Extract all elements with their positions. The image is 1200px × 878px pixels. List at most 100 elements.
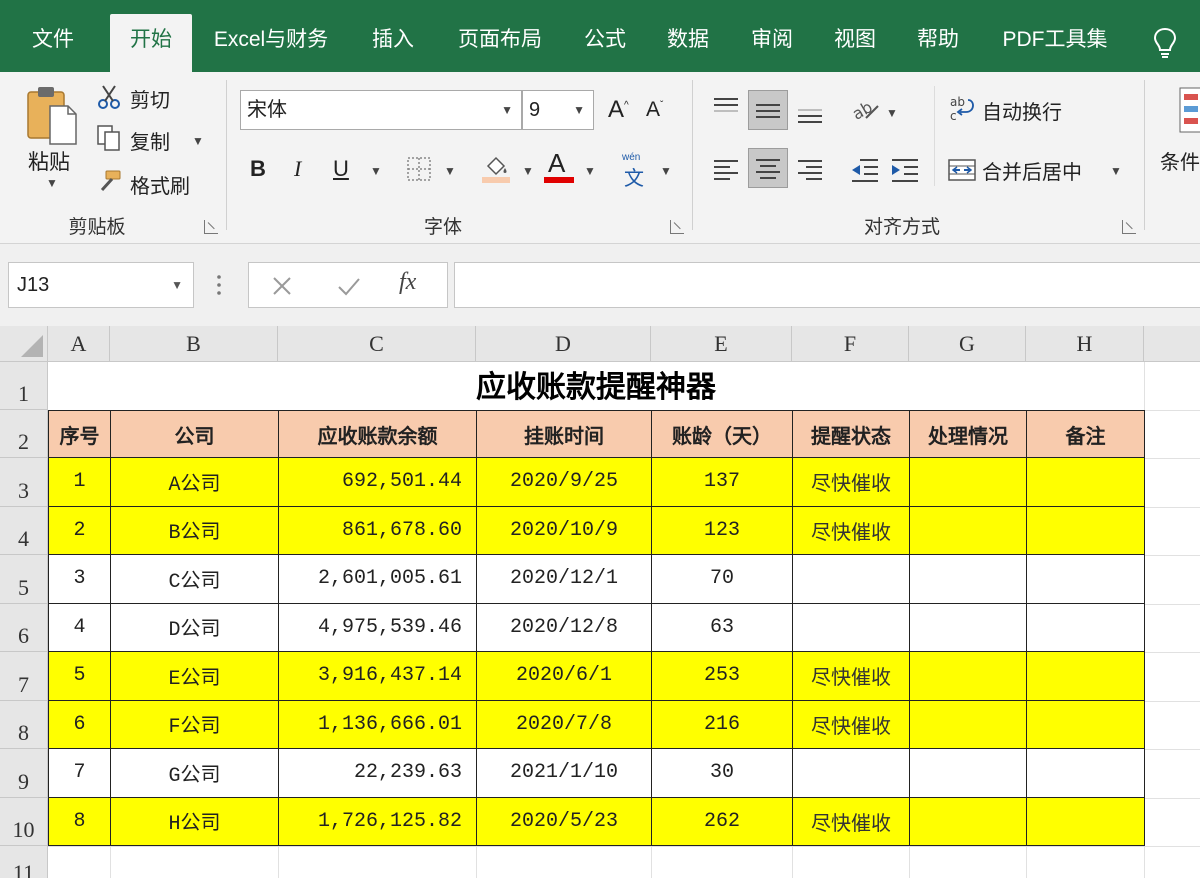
name-box[interactable]: J13 ▼ bbox=[8, 262, 194, 308]
tab-formulas[interactable]: 公式 bbox=[574, 18, 636, 72]
confirm-entry-icon[interactable] bbox=[337, 275, 361, 297]
phonetic-guide-button[interactable]: 文 bbox=[624, 162, 644, 191]
align-left-icon[interactable] bbox=[712, 158, 740, 182]
row-header-3[interactable]: 3 bbox=[0, 458, 48, 507]
shrink-font-button[interactable]: Aˇ bbox=[646, 98, 663, 122]
amount-cell[interactable]: 861,678.60 bbox=[278, 505, 477, 555]
tab-page-layout[interactable]: 页面布局 bbox=[448, 18, 552, 72]
date-cell[interactable]: 2020/10/9 bbox=[476, 505, 652, 555]
sheet-title-cell[interactable]: 应收账款提醒神器 bbox=[48, 362, 1144, 410]
conditional-formatting-icon[interactable] bbox=[1178, 86, 1200, 136]
tab-excel-finance[interactable]: Excel与财务 bbox=[205, 18, 337, 72]
font-name-combo[interactable]: 宋体 ▼ bbox=[240, 90, 522, 130]
wrap-text-button[interactable]: 自动换行 bbox=[982, 96, 1062, 125]
font-color-dropdown-icon[interactable]: ▼ bbox=[584, 164, 596, 178]
more-options-icon[interactable] bbox=[214, 272, 224, 298]
insert-function-button[interactable]: fx bbox=[399, 269, 416, 296]
amount-cell[interactable]: 22,239.63 bbox=[278, 748, 477, 798]
amount-cell[interactable]: 1,726,125.82 bbox=[278, 796, 477, 846]
underline-button[interactable]: U bbox=[333, 156, 349, 182]
tab-data[interactable]: 数据 bbox=[657, 18, 719, 72]
handling-cell[interactable] bbox=[909, 505, 1027, 555]
date-cell[interactable]: 2020/9/25 bbox=[476, 457, 652, 507]
paste-button[interactable]: 粘贴 bbox=[28, 146, 70, 176]
header-cell[interactable]: 提醒状态 bbox=[792, 410, 910, 458]
worksheet-grid[interactable]: A B C D E F G H I 1 2 3 4 5 6 7 8 9 10 1… bbox=[0, 326, 1200, 878]
remark-cell[interactable] bbox=[1026, 602, 1145, 652]
clipboard-launcher-icon[interactable] bbox=[204, 220, 218, 234]
status-cell[interactable]: 尽快催收 bbox=[792, 651, 910, 701]
amount-cell[interactable]: 1,136,666.01 bbox=[278, 699, 477, 749]
status-cell[interactable] bbox=[792, 748, 910, 798]
row-header-8[interactable]: 8 bbox=[0, 700, 48, 749]
align-bottom-icon[interactable] bbox=[796, 98, 824, 126]
orientation-dropdown-icon[interactable]: ▼ bbox=[886, 106, 898, 120]
grow-font-button[interactable]: A^ bbox=[608, 96, 629, 124]
company-cell[interactable]: H公司 bbox=[110, 796, 279, 846]
borders-dropdown-icon[interactable]: ▼ bbox=[444, 164, 456, 178]
column-header-h[interactable]: H bbox=[1026, 326, 1144, 362]
remark-cell[interactable] bbox=[1026, 505, 1145, 555]
align-middle-button[interactable] bbox=[748, 90, 788, 130]
align-right-icon[interactable] bbox=[796, 158, 824, 182]
fill-color-dropdown-icon[interactable]: ▼ bbox=[522, 164, 534, 178]
align-center-button[interactable] bbox=[748, 148, 788, 188]
copy-dropdown-icon[interactable]: ▼ bbox=[192, 134, 204, 148]
date-cell[interactable]: 2020/5/23 bbox=[476, 796, 652, 846]
status-cell[interactable]: 尽快催收 bbox=[792, 699, 910, 749]
italic-button[interactable]: I bbox=[294, 156, 301, 182]
company-cell[interactable]: D公司 bbox=[110, 602, 279, 652]
handling-cell[interactable] bbox=[909, 699, 1027, 749]
company-cell[interactable]: F公司 bbox=[110, 699, 279, 749]
row-header-9[interactable]: 9 bbox=[0, 749, 48, 798]
age-cell[interactable]: 137 bbox=[651, 457, 793, 507]
alignment-launcher-icon[interactable] bbox=[1122, 220, 1136, 234]
row-header-10[interactable]: 10 bbox=[0, 797, 48, 846]
serial-cell[interactable]: 3 bbox=[48, 554, 111, 604]
amount-cell[interactable]: 2,601,005.61 bbox=[278, 554, 477, 604]
age-cell[interactable]: 30 bbox=[651, 748, 793, 798]
format-painter-button[interactable]: 格式刷 bbox=[130, 170, 190, 199]
company-cell[interactable]: B公司 bbox=[110, 505, 279, 555]
serial-cell[interactable]: 2 bbox=[48, 505, 111, 555]
header-cell[interactable]: 账龄（天） bbox=[651, 410, 793, 458]
age-cell[interactable]: 216 bbox=[651, 699, 793, 749]
handling-cell[interactable] bbox=[909, 457, 1027, 507]
header-cell[interactable]: 挂账时间 bbox=[476, 410, 652, 458]
status-cell[interactable] bbox=[792, 554, 910, 604]
row-header-1[interactable]: 1 bbox=[0, 362, 48, 410]
remark-cell[interactable] bbox=[1026, 457, 1145, 507]
orientation-icon[interactable]: ab bbox=[850, 94, 880, 124]
age-cell[interactable]: 262 bbox=[651, 796, 793, 846]
remark-cell[interactable] bbox=[1026, 699, 1145, 749]
serial-cell[interactable]: 8 bbox=[48, 796, 111, 846]
merge-dropdown-icon[interactable]: ▼ bbox=[1110, 164, 1122, 178]
status-cell[interactable] bbox=[792, 602, 910, 652]
font-size-combo[interactable]: 9 ▼ bbox=[522, 90, 594, 130]
row-header-4[interactable]: 4 bbox=[0, 506, 48, 555]
lightbulb-icon[interactable] bbox=[1152, 26, 1178, 60]
select-all-button[interactable] bbox=[0, 326, 48, 362]
tab-review[interactable]: 审阅 bbox=[741, 18, 803, 72]
date-cell[interactable]: 2020/7/8 bbox=[476, 699, 652, 749]
tab-pdf-tools[interactable]: PDF工具集 bbox=[992, 18, 1118, 72]
formula-input[interactable] bbox=[454, 262, 1200, 308]
row-header-5[interactable]: 5 bbox=[0, 555, 48, 604]
handling-cell[interactable] bbox=[909, 748, 1027, 798]
column-header-a[interactable]: A bbox=[48, 326, 110, 362]
column-header-b[interactable]: B bbox=[110, 326, 278, 362]
serial-cell[interactable]: 6 bbox=[48, 699, 111, 749]
row-header-11[interactable]: 11 bbox=[0, 846, 48, 878]
column-header-c[interactable]: C bbox=[278, 326, 476, 362]
fill-color-icon[interactable] bbox=[480, 152, 512, 184]
serial-cell[interactable]: 4 bbox=[48, 602, 111, 652]
status-cell[interactable]: 尽快催收 bbox=[792, 457, 910, 507]
align-top-icon[interactable] bbox=[712, 96, 740, 120]
copy-button[interactable]: 复制 bbox=[130, 126, 170, 155]
column-header-d[interactable]: D bbox=[476, 326, 651, 362]
row-header-2[interactable]: 2 bbox=[0, 410, 48, 458]
paste-icon[interactable] bbox=[24, 84, 82, 148]
header-cell[interactable]: 备注 bbox=[1026, 410, 1145, 458]
column-header-f[interactable]: F bbox=[792, 326, 909, 362]
remark-cell[interactable] bbox=[1026, 748, 1145, 798]
